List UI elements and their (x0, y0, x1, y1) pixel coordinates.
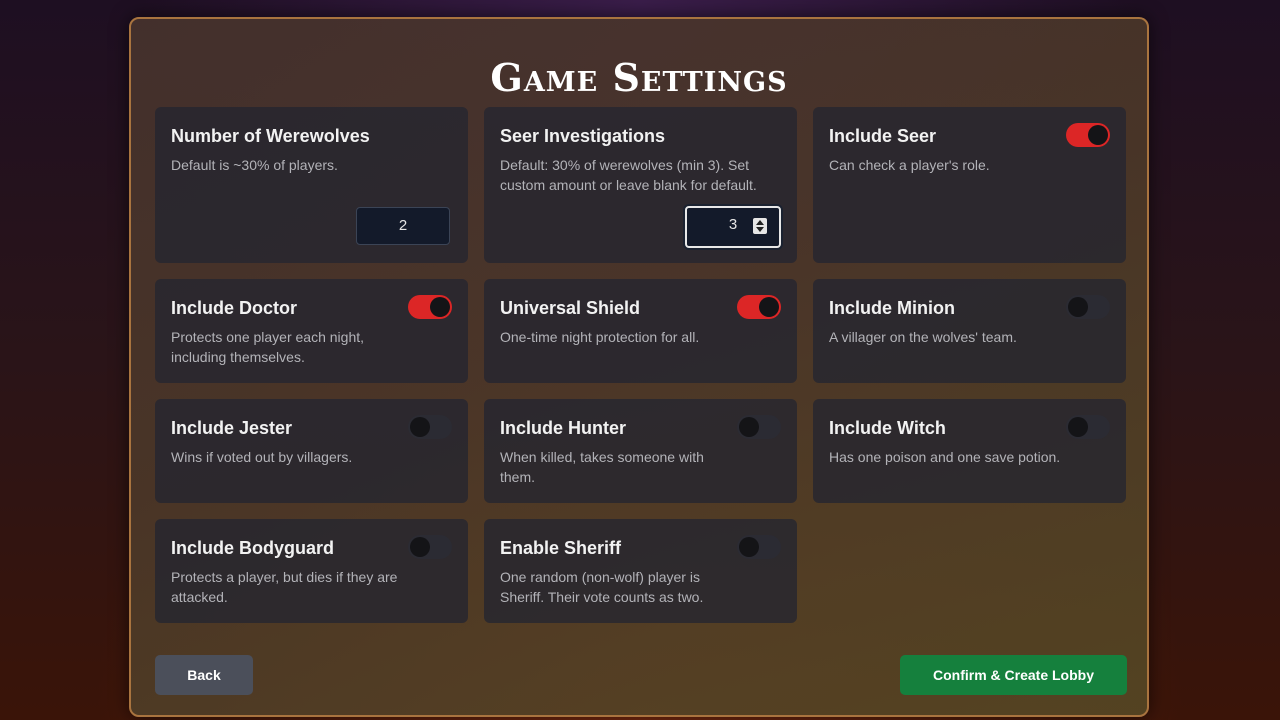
card-description: One-time night protection for all. (500, 329, 700, 345)
settings-panel: Game Settings Number of Werewolves Defau… (129, 17, 1149, 717)
input-value: 3 (728, 216, 738, 233)
card-jester: Include Jester Wins if voted out by vill… (155, 399, 468, 503)
seer-toggle[interactable] (1066, 123, 1110, 147)
spinner-icon[interactable] (753, 218, 767, 234)
card-universal-shield: Universal Shield One-time night protecti… (484, 279, 797, 383)
card-sheriff: Enable Sheriff One random (non-wolf) pla… (484, 519, 797, 623)
seer-investigations-input[interactable]: 3 (685, 206, 781, 248)
card-seer: Include Seer Can check a player's role. (813, 107, 1126, 263)
card-witch: Include Witch Has one poison and one sav… (813, 399, 1126, 503)
card-seer-investigations: Seer Investigations Default: 30% of were… (484, 107, 797, 263)
card-minion: Include Minion A villager on the wolves'… (813, 279, 1126, 383)
witch-toggle[interactable] (1066, 415, 1110, 439)
card-doctor: Include Doctor Protects one player each … (155, 279, 468, 383)
card-description: One random (non-wolf) player is Sheriff.… (500, 569, 704, 605)
shield-toggle[interactable] (737, 295, 781, 319)
card-description: Protects a player, but dies if they are … (171, 569, 398, 605)
card-description: Default: 30% of werewolves (min 3). Set … (500, 157, 757, 193)
card-description: Default is ~30% of players. (171, 157, 338, 173)
card-description: When killed, takes someone with them. (500, 449, 704, 485)
card-title: Number of Werewolves (171, 126, 370, 146)
card-hunter: Include Hunter When killed, takes someon… (484, 399, 797, 503)
doctor-toggle[interactable] (408, 295, 452, 319)
card-description: Can check a player's role. (829, 157, 990, 173)
page-title: Game Settings (490, 55, 788, 100)
confirm-create-lobby-button[interactable]: Confirm & Create Lobby (900, 655, 1127, 695)
sheriff-toggle[interactable] (737, 535, 781, 559)
werewolves-count-input[interactable]: 2 (356, 207, 450, 245)
card-title: Seer Investigations (500, 126, 666, 146)
card-description: Protects one player each night, includin… (171, 329, 365, 365)
back-button[interactable]: Back (155, 655, 253, 695)
jester-toggle[interactable] (408, 415, 452, 439)
hunter-toggle[interactable] (737, 415, 781, 439)
minion-toggle[interactable] (1066, 295, 1110, 319)
card-description: Has one poison and one save potion. (829, 449, 1061, 465)
card-description: Wins if voted out by villagers. (171, 449, 353, 465)
card-bodyguard: Include Bodyguard Protects a player, but… (155, 519, 468, 623)
card-description: A villager on the wolves' team. (829, 329, 1017, 345)
card-werewolves: Number of Werewolves Default is ~30% of … (155, 107, 468, 263)
bodyguard-toggle[interactable] (408, 535, 452, 559)
